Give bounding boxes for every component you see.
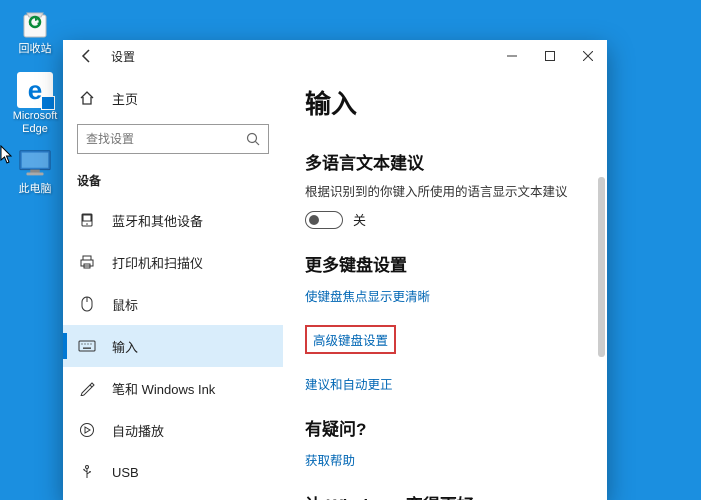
titlebar: 设置 <box>63 40 607 72</box>
nav-item-pen[interactable]: 笔和 Windows Ink <box>63 367 283 409</box>
toggle-label: 关 <box>353 210 366 229</box>
section-desc: 根据识别到的你键入所使用的语言显示文本建议 <box>305 184 585 200</box>
usb-icon <box>78 464 96 480</box>
home-button[interactable]: 主页 <box>63 80 283 116</box>
toggle-multilingual[interactable] <box>305 211 343 229</box>
desktop-icon-edge[interactable]: Microsoft Edge <box>5 72 65 136</box>
recycle-bin-icon <box>17 5 53 41</box>
autoplay-icon <box>78 422 96 438</box>
printer-icon <box>78 255 96 269</box>
minimize-button[interactable] <box>493 40 531 72</box>
search-input[interactable] <box>77 124 269 154</box>
section-title-multilingual: 多语言文本建议 <box>305 149 585 174</box>
content-pane: 输入 多语言文本建议 根据识别到的你键入所使用的语言显示文本建议 关 更多键盘设… <box>283 72 607 500</box>
section-title-make-better: 让 Windows 变得更好 <box>305 491 585 500</box>
window-title: 设置 <box>111 48 135 65</box>
link-get-help[interactable]: 获取帮助 <box>305 450 585 469</box>
keyboard-icon <box>78 340 96 352</box>
settings-window: 设置 主页 设备 <box>63 40 607 500</box>
nav-item-bluetooth[interactable]: 蓝牙和其他设备 <box>63 199 283 241</box>
mouse-icon <box>78 296 96 312</box>
nav-label: 笔和 Windows Ink <box>112 379 215 398</box>
desktop-icon-label: 回收站 <box>19 43 52 56</box>
nav-item-usb[interactable]: USB <box>63 451 283 493</box>
back-button[interactable] <box>75 44 99 68</box>
sidebar: 主页 设备 蓝牙和其他设备 打印机和扫描仪 <box>63 72 283 500</box>
desktop-icon-recycle-bin[interactable]: 回收站 <box>5 5 65 56</box>
this-pc-icon <box>17 145 53 181</box>
scrollbar[interactable] <box>596 72 607 500</box>
scroll-thumb[interactable] <box>598 177 605 357</box>
edge-icon <box>17 72 53 108</box>
link-advanced-keyboard[interactable]: 高级键盘设置 <box>305 325 396 354</box>
bluetooth-icon <box>78 212 96 228</box>
mouse-cursor <box>0 145 14 165</box>
nav-label: USB <box>112 465 139 480</box>
category-header: 设备 <box>63 166 283 199</box>
close-button[interactable] <box>569 40 607 72</box>
nav-item-mouse[interactable]: 鼠标 <box>63 283 283 325</box>
nav-label: 自动播放 <box>112 421 164 440</box>
desktop-icon-this-pc[interactable]: 此电脑 <box>5 145 65 196</box>
maximize-button[interactable] <box>531 40 569 72</box>
section-title-more-keyboard: 更多键盘设置 <box>305 251 585 276</box>
nav-label: 输入 <box>112 337 138 356</box>
nav-label: 鼠标 <box>112 295 138 314</box>
search-icon <box>246 132 260 146</box>
pen-icon <box>78 380 96 396</box>
nav-label: 蓝牙和其他设备 <box>112 211 203 230</box>
section-title-questions: 有疑问? <box>305 415 585 440</box>
nav-item-printers[interactable]: 打印机和扫描仪 <box>63 241 283 283</box>
home-icon <box>78 90 96 106</box>
desktop-icon-label: Microsoft Edge <box>5 110 65 136</box>
link-suggestions-autocorrect[interactable]: 建议和自动更正 <box>305 374 585 393</box>
nav-item-autoplay[interactable]: 自动播放 <box>63 409 283 451</box>
page-title: 输入 <box>305 84 585 121</box>
home-label: 主页 <box>112 89 138 108</box>
nav-label: 打印机和扫描仪 <box>112 253 203 272</box>
link-keyboard-focus[interactable]: 使键盘焦点显示更清晰 <box>305 286 585 305</box>
nav-item-typing[interactable]: 输入 <box>63 325 283 367</box>
nav-list: 蓝牙和其他设备 打印机和扫描仪 鼠标 输入 笔和 Windows Ink <box>63 199 283 500</box>
desktop-icon-label: 此电脑 <box>19 183 52 196</box>
